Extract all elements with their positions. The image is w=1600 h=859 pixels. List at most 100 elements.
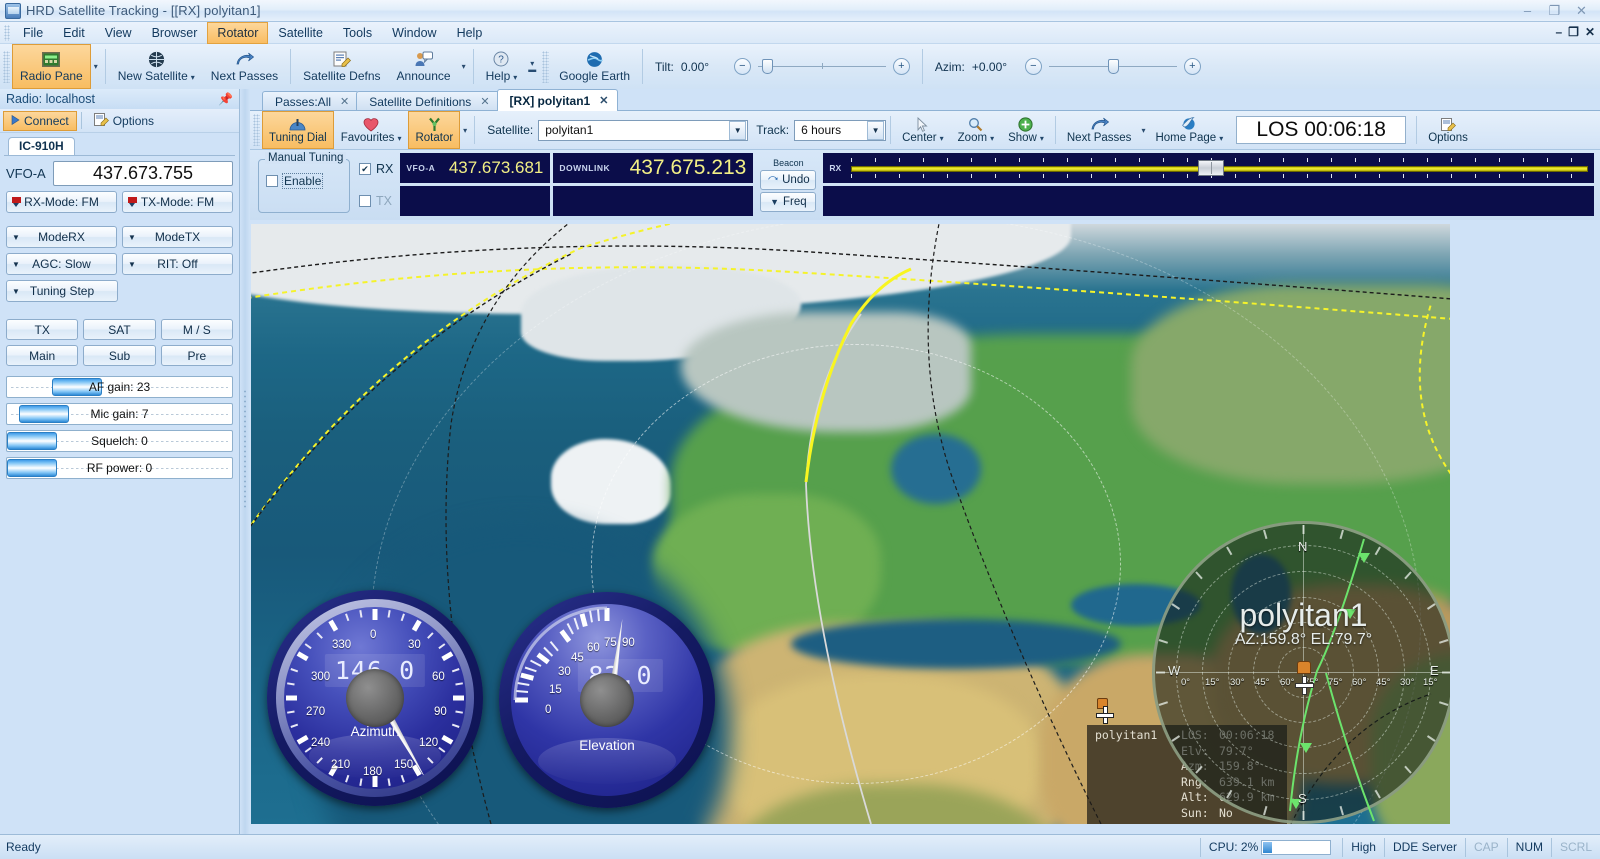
next-passes-button-mdi[interactable]: Next Passes [1060, 111, 1139, 149]
elevation-gauge[interactable]: 0 15 30 45 60 75 90 82.0 Elevation [499, 592, 715, 808]
enable-row[interactable]: Enable [266, 173, 349, 189]
modetx-button[interactable]: ▼ ModeTX [122, 226, 233, 248]
rf-power-knob[interactable] [7, 459, 57, 477]
connect-button[interactable]: Connect [3, 110, 77, 131]
rx-tuning-bar[interactable]: RX [823, 153, 1594, 183]
azimuth-gauge[interactable]: 0 30 60 90 120 150 180 210 240 270 300 3… [267, 590, 483, 806]
azim-thumb[interactable] [1107, 59, 1119, 74]
tab-satellite-definitions[interactable]: Satellite Definitions ✕ [356, 91, 500, 111]
radio-options-button[interactable]: Options [86, 110, 162, 132]
menu-grip-icon[interactable] [4, 24, 10, 41]
new-satellite-button[interactable]: New Satellite ▾ [110, 44, 203, 89]
chevron-down-icon-track[interactable]: ▼ [867, 120, 885, 140]
squelch-slider[interactable]: Squelch: 0 [6, 430, 233, 452]
toolbar-overflow-button[interactable]: ▾ ▬ [525, 59, 539, 73]
sat-button[interactable]: SAT [83, 319, 156, 340]
rx-checkbox[interactable] [359, 163, 371, 175]
maximize-button[interactable]: ❐ [1542, 2, 1567, 19]
satellite-toolbar-grip-icon[interactable] [253, 114, 260, 146]
window-controls[interactable]: – ❐ ✕ [1515, 2, 1594, 19]
rit-button[interactable]: ▼ RIT: Off [122, 253, 233, 275]
menu-item-window[interactable]: Window [382, 22, 446, 44]
radio-tab-ic910h[interactable]: IC-910H [8, 137, 75, 155]
tx-mode-button[interactable]: TX-Mode: FM [122, 191, 233, 213]
tab-passes-all[interactable]: Passes:All ✕ [262, 91, 360, 111]
home-page-button[interactable]: Home Page ▾ [1148, 111, 1230, 149]
mdi-window-controls[interactable]: – ❐ ✕ [1555, 25, 1595, 39]
close-button[interactable]: ✕ [1569, 2, 1594, 19]
zoom-button[interactable]: Zoom ▾ [951, 111, 1001, 149]
satellite-select[interactable]: polyitan1 ▼ [538, 119, 749, 141]
sub-button[interactable]: Sub [83, 345, 156, 366]
tab-rx-polyitan1[interactable]: [RX] polyitan1 ✕ [496, 89, 619, 111]
chevron-down-icon-help[interactable]: ▾ [513, 73, 517, 82]
azim-decrease-button[interactable]: − [1024, 58, 1042, 75]
moderx-button[interactable]: ▼ ModeRX [6, 226, 117, 248]
pin-icon[interactable]: 📌 [218, 92, 233, 106]
beacon-undo-button[interactable]: Undo [760, 170, 817, 190]
vfo-a-display[interactable]: VFO-A 437.673.681 [400, 153, 551, 183]
tilt-slider[interactable] [757, 58, 886, 75]
azim-increase-button[interactable]: + [1183, 58, 1201, 75]
beacon-freq-button[interactable]: ▼ Freq [760, 192, 817, 212]
mdi-restore-button[interactable]: ❐ [1568, 25, 1579, 39]
squelch-knob[interactable] [7, 432, 57, 450]
tx-tuning-bar[interactable] [823, 186, 1594, 216]
downlink-display[interactable]: DOWNLINK 437.675.213 [553, 153, 754, 183]
tuning-dial-button[interactable]: Tuning Dial [262, 111, 334, 149]
ms-button[interactable]: M / S [160, 319, 233, 340]
tilt-decrease-button[interactable]: − [733, 58, 751, 75]
main-button[interactable]: Main [6, 345, 79, 366]
status-priority-pane[interactable]: High [1342, 837, 1384, 857]
tx-checkbox[interactable] [359, 195, 371, 207]
center-button[interactable]: Center ▾ [895, 111, 951, 149]
announce-dropdown[interactable]: ▾ [459, 44, 469, 89]
mdi-minimize-button[interactable]: – [1555, 25, 1562, 39]
polar-radar-plot[interactable]: N E S W polyitan1 AZ:159.8° EL:79.7° 0° … [1152, 521, 1450, 824]
chevron-down-icon-fav[interactable]: ▾ [397, 134, 401, 143]
satellite-defns-button[interactable]: Satellite Defns [295, 44, 388, 89]
world-map[interactable]: polyitan1 LOS: 00:06:18 Elv: 79.7° Azm: … [251, 224, 1450, 824]
agc-button[interactable]: ▼ AGC: Slow [6, 253, 117, 275]
uplink-display[interactable] [553, 186, 754, 216]
map-options-button[interactable]: Options [1421, 111, 1475, 149]
enable-checkbox[interactable] [266, 175, 278, 187]
toolbar-grip-icon-2[interactable] [542, 50, 550, 83]
show-button[interactable]: Show ▾ [1001, 111, 1051, 149]
menu-item-satellite[interactable]: Satellite [268, 22, 332, 44]
menu-item-edit[interactable]: Edit [53, 22, 95, 44]
help-button[interactable]: ? Help ▾ [478, 44, 526, 89]
close-icon-passes[interactable]: ✕ [340, 95, 349, 108]
mic-gain-slider[interactable]: Mic gain: 7 [6, 403, 233, 425]
announce-button[interactable]: Announce [389, 44, 459, 89]
close-icon-rx[interactable]: ✕ [599, 94, 608, 107]
chevron-down-icon-satellite[interactable]: ▼ [729, 120, 747, 140]
menu-item-tools[interactable]: Tools [333, 22, 382, 44]
minimize-button[interactable]: – [1515, 2, 1540, 19]
next-passes-button[interactable]: Next Passes [203, 44, 286, 89]
status-dde-pane[interactable]: DDE Server [1383, 837, 1465, 857]
toolbar-grip-icon[interactable] [3, 50, 10, 83]
chevron-down-icon-home[interactable]: ▾ [1219, 134, 1223, 143]
rx-mode-button[interactable]: RX-Mode: FM [6, 191, 117, 213]
menu-item-view[interactable]: View [95, 22, 142, 44]
pre-button[interactable]: Pre [160, 345, 233, 366]
tilt-increase-button[interactable]: + [892, 58, 910, 75]
tx-button[interactable]: TX [6, 319, 79, 340]
azim-slider[interactable] [1048, 58, 1177, 75]
menu-item-file[interactable]: File [13, 22, 53, 44]
close-icon-satdefs[interactable]: ✕ [480, 95, 489, 108]
rotator-button[interactable]: Rotator [408, 111, 461, 149]
chevron-down-icon-center[interactable]: ▾ [940, 134, 944, 143]
tuning-step-button[interactable]: ▼ Tuning Step [6, 280, 118, 302]
rx-checkbox-row[interactable]: RX [359, 156, 393, 182]
mdi-close-button[interactable]: ✕ [1585, 25, 1595, 39]
radio-pane-dropdown[interactable]: ▾ [91, 44, 101, 89]
af-gain-slider[interactable]: AF gain: 23 [6, 376, 233, 398]
rx-bar-cursor[interactable] [1197, 160, 1224, 176]
vfo-b-display[interactable] [400, 186, 551, 216]
menu-item-rotator[interactable]: Rotator [207, 21, 269, 44]
rf-power-slider[interactable]: RF power: 0 [6, 457, 233, 479]
chevron-down-icon-show[interactable]: ▾ [1040, 134, 1044, 143]
tilt-thumb[interactable] [761, 59, 773, 74]
